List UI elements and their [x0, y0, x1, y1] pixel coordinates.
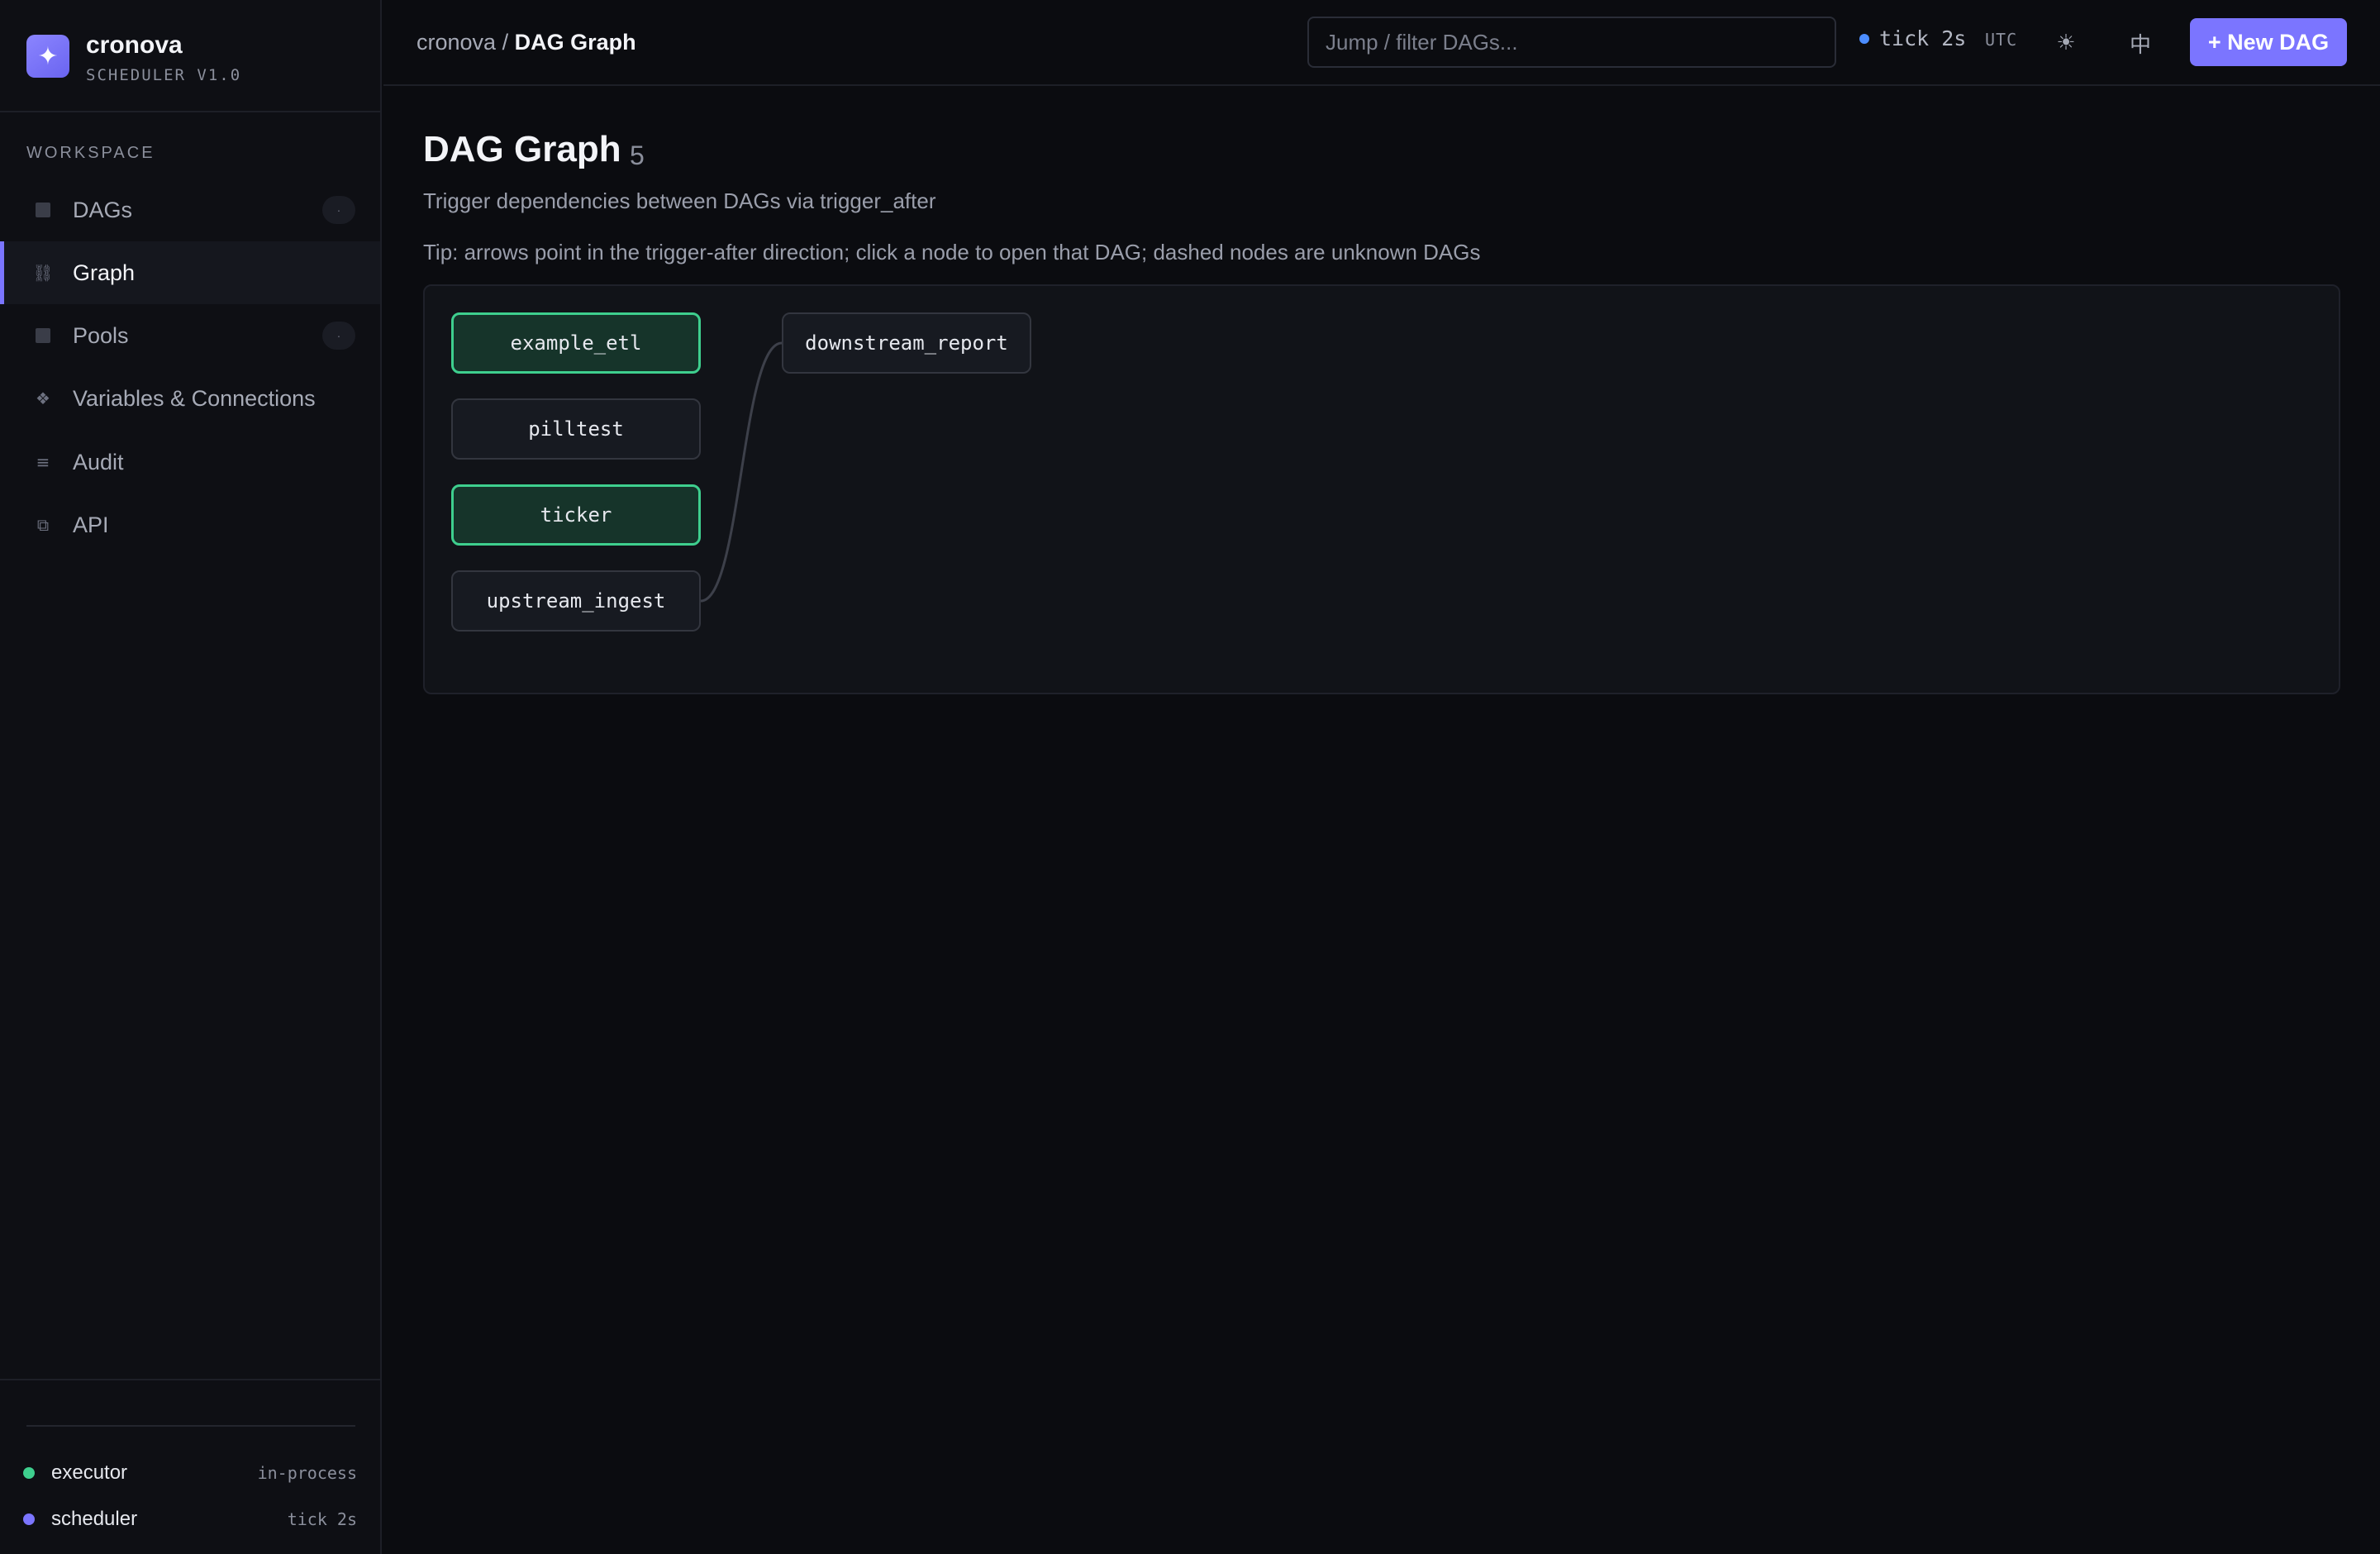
new-dag-button[interactable]: + New DAG	[2190, 18, 2347, 66]
logo-icon: ✦	[26, 35, 69, 78]
page-subtitle: Trigger dependencies between DAGs via tr…	[423, 188, 936, 213]
sidebar: ✦ cronova SCHEDULER V1.0 WORKSPACE DAGs …	[0, 0, 382, 1554]
divider	[26, 1425, 355, 1427]
graph-node-downstream-report[interactable]: downstream_report	[782, 312, 1031, 374]
status-name: scheduler	[51, 1508, 138, 1530]
sidebar-item-audit[interactable]: ≡ Audit	[0, 431, 380, 493]
copy-icon: ⧉	[36, 515, 50, 535]
edge-layer	[700, 341, 783, 603]
sidebar-item-label: Pools	[73, 322, 129, 348]
theme-toggle-icon[interactable]: ☀	[2044, 21, 2087, 64]
status-value: tick 2s	[287, 1509, 357, 1529]
list-icon: ≡	[36, 452, 50, 472]
graph-node-pilltest[interactable]: pilltest	[451, 398, 701, 460]
sidebar-item-api[interactable]: ⧉ API	[0, 493, 380, 556]
page-tip: Tip: arrows point in the trigger-after d…	[423, 240, 1481, 265]
brand: ✦ cronova SCHEDULER V1.0	[0, 0, 380, 112]
sidebar-item-label: Audit	[73, 449, 124, 474]
dag-count: 5	[630, 141, 645, 170]
graph-node-upstream-ingest[interactable]: upstream_ingest	[451, 570, 701, 632]
count-badge: ·	[322, 322, 355, 350]
graph-node-ticker[interactable]: ticker	[451, 484, 701, 546]
search-input[interactable]	[1307, 17, 1836, 68]
section-label-workspace: WORKSPACE	[26, 144, 155, 162]
breadcrumb-root[interactable]: cronova	[416, 30, 496, 55]
square-icon	[33, 326, 53, 346]
graph-edge-upstream-ingest-to-downstream-report	[700, 341, 783, 603]
status-executor: executor in-process	[23, 1458, 357, 1488]
sidebar-item-variables-connections[interactable]: ❖ Variables & Connections	[0, 367, 380, 430]
status-scheduler: scheduler tick 2s	[23, 1504, 357, 1534]
breadcrumb-current: DAG Graph	[514, 30, 636, 55]
sidebar-item-label: API	[73, 512, 109, 537]
language-toggle-icon[interactable]: 中	[2119, 21, 2162, 64]
status-dot-icon	[23, 1467, 35, 1479]
graph-node-example-etl[interactable]: example_etl	[451, 312, 701, 374]
sidebar-item-label: Graph	[73, 260, 136, 285]
topbar: cronova / DAG Graph tick 2s UTC ☀ 中 + Ne…	[383, 0, 2380, 86]
app-version: SCHEDULER V1.0	[86, 66, 242, 84]
breadcrumb-separator: /	[496, 30, 515, 55]
timezone-label[interactable]: UTC	[1985, 30, 2017, 50]
tick-dot-icon	[1859, 33, 1869, 44]
diamond-icon: ❖	[36, 388, 50, 408]
status-value: in-process	[257, 1463, 357, 1483]
sidebar-item-label: DAGs	[73, 197, 133, 222]
square-icon	[33, 200, 53, 220]
breadcrumb: cronova / DAG Graph	[416, 30, 636, 55]
dag-graph-canvas: example_etl pilltest ticker upstream_ingest…	[423, 284, 2340, 694]
tick-indicator: tick 2s	[1859, 26, 1966, 50]
status-name: executor	[51, 1461, 128, 1484]
sidebar-item-pools[interactable]: Pools ·	[0, 304, 380, 367]
status-dot-icon	[23, 1513, 35, 1525]
page-title: DAG Graph	[423, 129, 621, 169]
sidebar-item-label: Variables & Connections	[73, 385, 316, 411]
app-name: cronova	[86, 31, 183, 59]
sidebar-item-dags[interactable]: DAGs ·	[0, 179, 380, 241]
link-icon: ⛓	[32, 263, 54, 283]
tick-label: tick 2s	[1879, 26, 1967, 50]
sidebar-footer: executor in-process scheduler tick 2s	[0, 1379, 380, 1554]
count-badge: ·	[322, 196, 355, 224]
sidebar-item-graph[interactable]: ⛓ Graph	[0, 241, 380, 304]
